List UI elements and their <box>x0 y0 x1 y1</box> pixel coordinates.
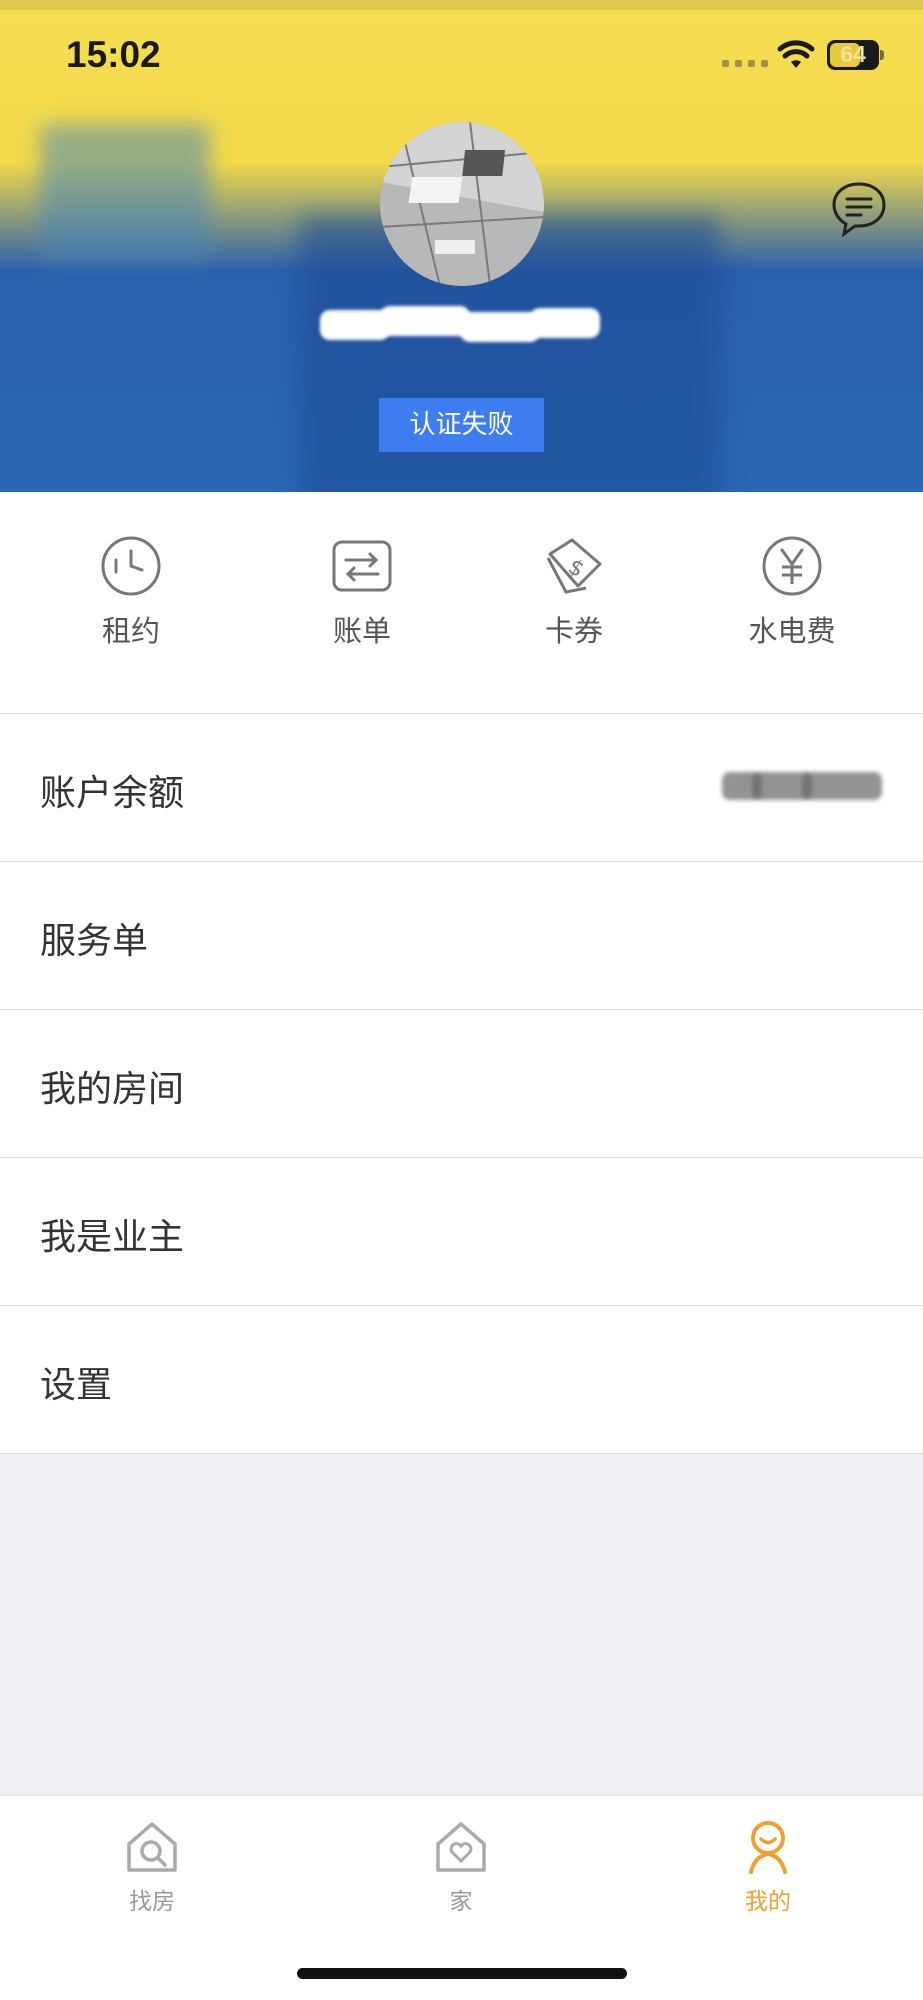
service-order-row[interactable]: 服务单 <box>0 862 923 1010</box>
settings-label: 设置 <box>40 1365 113 1406</box>
person-icon <box>749 1821 787 1874</box>
tab-find-house-label: 找房 <box>129 1889 175 1915</box>
quick-coupon-label: 卡券 <box>544 614 603 648</box>
quick-lease[interactable]: 租约 <box>61 534 201 650</box>
account-balance-value-redacted <box>722 766 887 806</box>
service-order-label: 服务单 <box>40 921 149 962</box>
quick-utilities[interactable]: 水电费 <box>722 534 862 650</box>
ceiling-photo <box>380 122 544 286</box>
tab-find-house[interactable]: 找房 <box>92 1818 212 1916</box>
wifi-icon <box>777 40 815 68</box>
account-balance-row[interactable]: 账户余额 <box>0 714 923 862</box>
heart-house-icon <box>436 1822 486 1872</box>
coupon-icon: $ <box>546 538 602 594</box>
header-background-window <box>40 125 210 265</box>
tab-mine[interactable]: 我的 <box>708 1818 828 1916</box>
yen-icon <box>762 536 822 596</box>
my-room-label: 我的房间 <box>40 1069 185 1110</box>
tab-home-label: 家 <box>449 1889 473 1915</box>
transfer-icon <box>332 540 392 592</box>
tab-mine-label: 我的 <box>745 1889 791 1915</box>
menu-list: 账户余额 服务单 我的房间 我是业主 设置 <box>0 714 923 1454</box>
home-indicator <box>297 1968 627 1979</box>
quick-menu: 租约 账单 $ 卡券 水电费 <box>0 492 923 714</box>
quick-lease-label: 租约 <box>101 614 160 648</box>
quick-bill[interactable]: 账单 <box>292 534 432 650</box>
quick-coupon[interactable]: $ 卡券 <box>504 534 644 650</box>
tab-home[interactable]: 家 <box>401 1818 521 1916</box>
owner-label: 我是业主 <box>40 1217 185 1258</box>
quick-bill-label: 账单 <box>332 614 391 648</box>
message-icon[interactable] <box>830 180 888 238</box>
username-redacted <box>300 300 623 350</box>
profile-header: 15:02 64 认证失败 <box>0 0 923 492</box>
cellular-signal-icon <box>722 60 768 67</box>
battery-level: 64 <box>840 41 866 67</box>
avatar[interactable] <box>380 122 544 286</box>
clock-icon <box>101 536 161 596</box>
my-room-row[interactable]: 我的房间 <box>0 1010 923 1158</box>
owner-row[interactable]: 我是业主 <box>0 1158 923 1306</box>
status-bar: 15:02 64 <box>0 0 923 110</box>
search-house-icon <box>127 1822 177 1872</box>
battery-icon: 64 <box>827 40 885 70</box>
account-balance-label: 账户余额 <box>40 773 185 814</box>
status-time: 15:02 <box>66 34 161 75</box>
auth-status-badge[interactable]: 认证失败 <box>379 398 544 452</box>
quick-utilities-label: 水电费 <box>748 614 836 648</box>
settings-row[interactable]: 设置 <box>0 1306 923 1454</box>
